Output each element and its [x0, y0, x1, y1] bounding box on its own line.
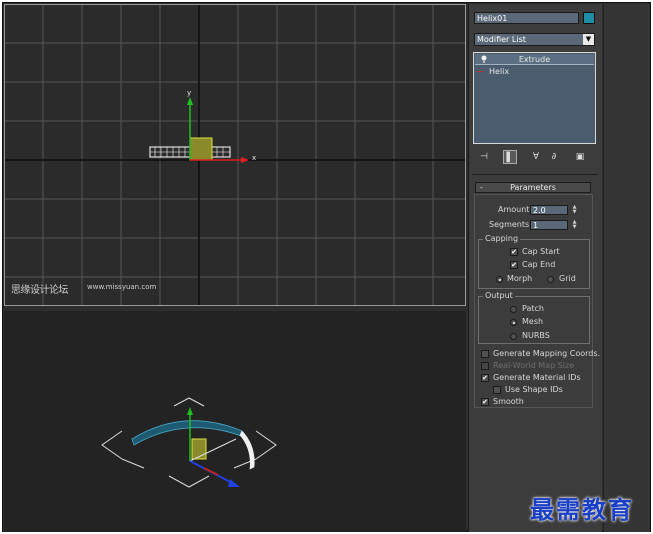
mesh-label: Mesh [522, 317, 544, 326]
configure-modifier-sets-icon[interactable]: ▣ [573, 150, 587, 164]
command-panel: Helix01 Modifier List ▼ Extrude Helix ⊣ … [468, 4, 602, 532]
nurbs-label: NURBS [522, 331, 550, 340]
remove-modifier-icon[interactable]: ∂ [547, 150, 561, 164]
real-world-map-size-checkbox[interactable] [481, 362, 489, 370]
nurbs-radio[interactable] [510, 333, 517, 340]
stack-item-helix[interactable]: Helix [475, 66, 594, 77]
stack-base-marker [477, 71, 483, 72]
segments-field[interactable]: 1 [530, 220, 568, 230]
use-shape-ids-checkbox[interactable] [493, 386, 501, 394]
stack-item-label: Extrude [518, 55, 551, 64]
parameters-rollout-header[interactable]: - Parameters [475, 182, 591, 193]
lightbulb-icon[interactable] [481, 55, 487, 63]
cap-start-checkbox[interactable]: ✔ [510, 248, 518, 256]
real-world-map-size-label: Real-World Map Size [493, 361, 575, 370]
forum-watermark: 思缘设计论坛 [11, 285, 69, 296]
collapse-icon[interactable]: - [480, 183, 483, 193]
modifier-list-label: Modifier List [477, 35, 526, 44]
generate-material-ids-label: Generate Material IDs [493, 373, 581, 382]
generate-mapping-coords-label: Generate Mapping Coords. [493, 349, 601, 358]
segments-label: Segments: [489, 220, 532, 229]
show-end-result-icon[interactable]: ▌ [503, 150, 517, 164]
amount-field[interactable]: 2.0 [530, 205, 568, 215]
morph-label: Morph [507, 274, 533, 283]
panel-scroll-strip[interactable] [603, 4, 650, 532]
perspective-viewport[interactable] [4, 311, 466, 532]
amount-spinner-icon[interactable]: ▲ ▼ [571, 205, 578, 215]
brand-watermark: 最需教育 [530, 495, 634, 524]
output-group: Output Patch Mesh NURBS [478, 291, 590, 344]
cap-end-checkbox[interactable]: ✔ [510, 261, 518, 269]
cap-end-label: Cap End [522, 260, 556, 269]
generate-material-ids-checkbox[interactable]: ✔ [481, 374, 489, 382]
modifier-stack[interactable]: Extrude Helix [473, 52, 596, 144]
rollout-title: Parameters [510, 183, 556, 192]
parameters-rollout: Amount: 2.0 ▲ ▼ Segments: 1 ▲ ▼ Capping ✔ … [474, 194, 600, 408]
smooth-checkbox[interactable]: ✔ [481, 398, 489, 406]
patch-radio[interactable] [510, 306, 517, 313]
amount-label: Amount: [498, 205, 533, 214]
segments-spinner-icon[interactable]: ▲ ▼ [571, 220, 578, 230]
stack-item-extrude[interactable]: Extrude [475, 54, 594, 65]
object-name-field[interactable]: Helix01 [474, 12, 579, 24]
cap-start-label: Cap Start [522, 247, 560, 256]
modifier-list-dropdown[interactable]: Modifier List ▼ [474, 33, 595, 46]
object-color-swatch[interactable] [583, 12, 595, 24]
output-title: Output [483, 291, 515, 301]
axis-x-label: x [252, 154, 256, 162]
pin-stack-icon[interactable]: ⊣ [477, 150, 491, 164]
grid-label: Grid [559, 274, 576, 283]
axis-y-label: y [187, 89, 191, 97]
mesh-radio[interactable] [510, 319, 517, 326]
forum-url-watermark: www.missyuan.com [87, 283, 157, 291]
grid-radio[interactable] [547, 276, 554, 283]
use-shape-ids-label: Use Shape IDs [505, 385, 563, 394]
make-unique-icon[interactable]: ∀ [529, 150, 543, 164]
generate-mapping-coords-checkbox[interactable] [481, 350, 489, 358]
capping-group: Capping ✔ Cap Start ✔ Cap End Morph Grid [478, 234, 590, 289]
stack-item-label: Helix [489, 67, 510, 76]
chevron-down-icon[interactable]: ▼ [583, 34, 594, 45]
morph-radio[interactable] [496, 276, 503, 283]
smooth-label: Smooth [493, 397, 524, 406]
patch-label: Patch [522, 304, 544, 313]
top-viewport[interactable]: y x 思缘设计论坛 www.missyuan.com [4, 4, 466, 306]
top-viewport-grid: y x [5, 5, 465, 305]
panel-separator [472, 174, 598, 175]
capping-title: Capping [483, 234, 521, 244]
stack-toolbar: ⊣ ▌ ∀ ∂ ▣ [475, 150, 595, 164]
perspective-scene [101, 397, 277, 488]
